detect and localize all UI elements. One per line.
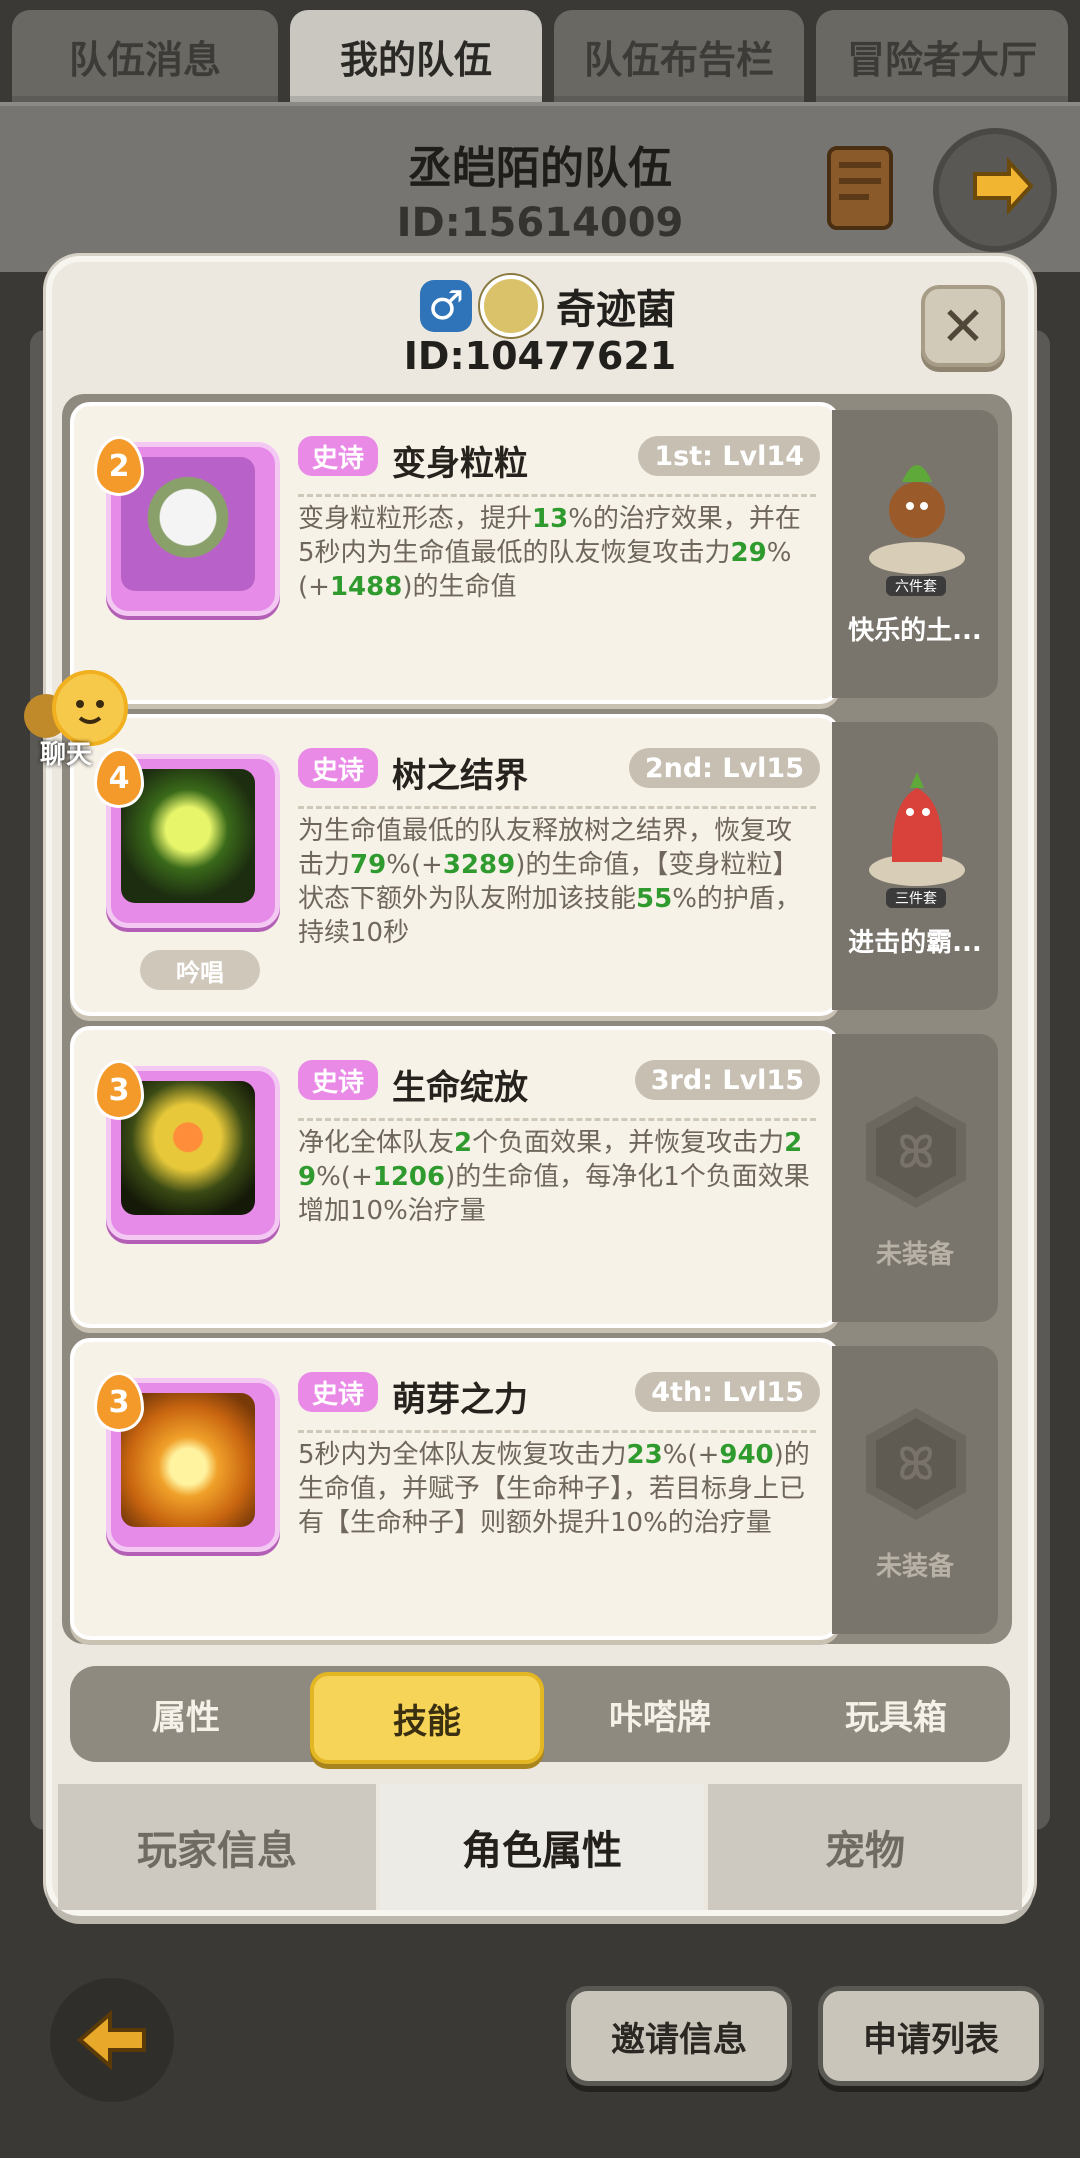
player-header: ♂ 奇迹菌 xyxy=(420,275,676,337)
skill-description: 5秒内为全体队友恢复攻击力23%(+940)的生命值，并赋予【生命种子】，若目标… xyxy=(298,1440,810,1538)
skill-slot-badge: 3rd: Lvl15 xyxy=(634,1060,820,1100)
back-arrow-icon xyxy=(76,2009,146,2071)
tab-adventurer-hall[interactable]: 冒险者大厅 xyxy=(816,10,1068,102)
set-badge: 三件套 xyxy=(886,888,946,908)
skill-card[interactable]: 3 史诗 萌芽之力 4th: Lvl15 5秒内为全体队友恢复攻击力23%(+9… xyxy=(70,1338,840,1640)
detail-tab-bar: 属性 技能 咔嗒牌 玩具箱 xyxy=(70,1666,1010,1764)
invite-info-button[interactable]: 邀请信息 xyxy=(566,1986,792,2086)
equip-name: 快乐的土... xyxy=(848,616,982,646)
player-name: 奇迹菌 xyxy=(556,287,676,333)
skill-slot-badge: 4th: Lvl15 xyxy=(635,1372,820,1412)
switch-arrow-button[interactable] xyxy=(933,128,1057,252)
skill-name: 变身粒粒 xyxy=(392,444,528,484)
equip-name: 未装备 xyxy=(875,1552,954,1582)
tab-team-messages[interactable]: 队伍消息 xyxy=(12,10,278,102)
equip-slot-empty[interactable]: ꕤ 未装备 xyxy=(832,1034,998,1322)
equip-slot-empty[interactable]: ꕤ 未装备 xyxy=(832,1346,998,1634)
avatar xyxy=(480,275,542,337)
divider xyxy=(298,1118,816,1121)
back-button[interactable] xyxy=(50,1978,174,2102)
divider xyxy=(298,806,816,809)
rarity-badge: 史诗 xyxy=(298,1372,379,1412)
equip-name: 进击的霸... xyxy=(848,928,982,958)
empty-slot-icon: ꕤ xyxy=(866,1408,966,1520)
divider xyxy=(298,494,816,497)
equip-slot[interactable]: 三件套 进击的霸... xyxy=(832,722,998,1010)
skill-card[interactable]: 4 史诗 树之结界 2nd: Lvl15 为生命值最低的队友释放树之结界，恢复攻… xyxy=(70,714,840,1016)
divider xyxy=(298,1430,816,1433)
skill-description: 为生命值最低的队友释放树之结界，恢复攻击力79%(+3289)的生命值，【变身粒… xyxy=(298,816,801,948)
tab-skills[interactable]: 技能 xyxy=(310,1672,544,1764)
close-button[interactable]: ✕ xyxy=(921,285,1005,367)
apply-list-button[interactable]: 申请列表 xyxy=(818,1986,1044,2086)
rarity-badge: 史诗 xyxy=(298,1060,379,1100)
tab-pets[interactable]: 宠物 xyxy=(708,1784,1022,1910)
tab-player-info[interactable]: 玩家信息 xyxy=(58,1784,376,1910)
rarity-badge: 史诗 xyxy=(298,436,379,476)
team-id: ID:15614009 xyxy=(396,200,684,246)
equip-name: 未装备 xyxy=(875,1240,954,1270)
tab-toybox[interactable]: 玩具箱 xyxy=(782,1666,1010,1762)
tab-team-board[interactable]: 队伍布告栏 xyxy=(554,10,804,102)
skill-description: 净化全体队友2个负面效果，并恢复攻击力29%(+1206)的生命值，每净化1个负… xyxy=(298,1128,810,1226)
dialog-bottom-tabs: 玩家信息 角色属性 宠物 xyxy=(58,1784,1022,1910)
team-title: 丞皑陌的队伍 xyxy=(408,143,672,194)
skill-slot-badge: 2nd: Lvl15 xyxy=(628,748,820,788)
top-tab-bar: 队伍消息 我的队伍 队伍布告栏 冒险者大厅 xyxy=(0,0,1080,104)
male-symbol-icon: ♂ xyxy=(420,280,472,332)
player-id: ID:10477621 xyxy=(403,334,677,378)
chat-label: 聊天 xyxy=(40,740,93,770)
equip-slot[interactable]: 六件套 快乐的土... xyxy=(832,410,998,698)
set-badge: 六件套 xyxy=(886,576,946,596)
tab-character-attributes[interactable]: 角色属性 xyxy=(380,1784,704,1910)
skill-slot-badge: 1st: Lvl14 xyxy=(638,436,820,476)
tab-my-team[interactable]: 我的队伍 xyxy=(290,10,542,102)
empty-slot-icon: ꕤ xyxy=(866,1096,966,1208)
chant-tag: 吟唱 xyxy=(140,950,260,990)
skill-card[interactable]: 3 史诗 生命绽放 3rd: Lvl15 净化全体队友2个负面效果，并恢复攻击力… xyxy=(70,1026,840,1328)
scroll-icon[interactable] xyxy=(815,138,905,238)
skill-description: 变身粒粒形态，提升13%的治疗效果，并在5秒内为生命值最低的队友恢复攻击力29%… xyxy=(298,504,801,602)
tab-attributes[interactable]: 属性 xyxy=(70,1666,302,1762)
skill-name: 萌芽之力 xyxy=(392,1380,528,1420)
figurine-icon xyxy=(869,772,965,886)
tab-cards[interactable]: 咔嗒牌 xyxy=(548,1666,772,1762)
close-icon: ✕ xyxy=(940,294,986,358)
skill-card[interactable]: 2 史诗 变身粒粒 1st: Lvl14 变身粒粒形态，提升13%的治疗效果，并… xyxy=(70,402,840,704)
skill-name: 生命绽放 xyxy=(392,1068,528,1108)
skill-name: 树之结界 xyxy=(392,756,528,796)
figurine-icon xyxy=(869,465,965,574)
rarity-badge: 史诗 xyxy=(298,748,379,788)
